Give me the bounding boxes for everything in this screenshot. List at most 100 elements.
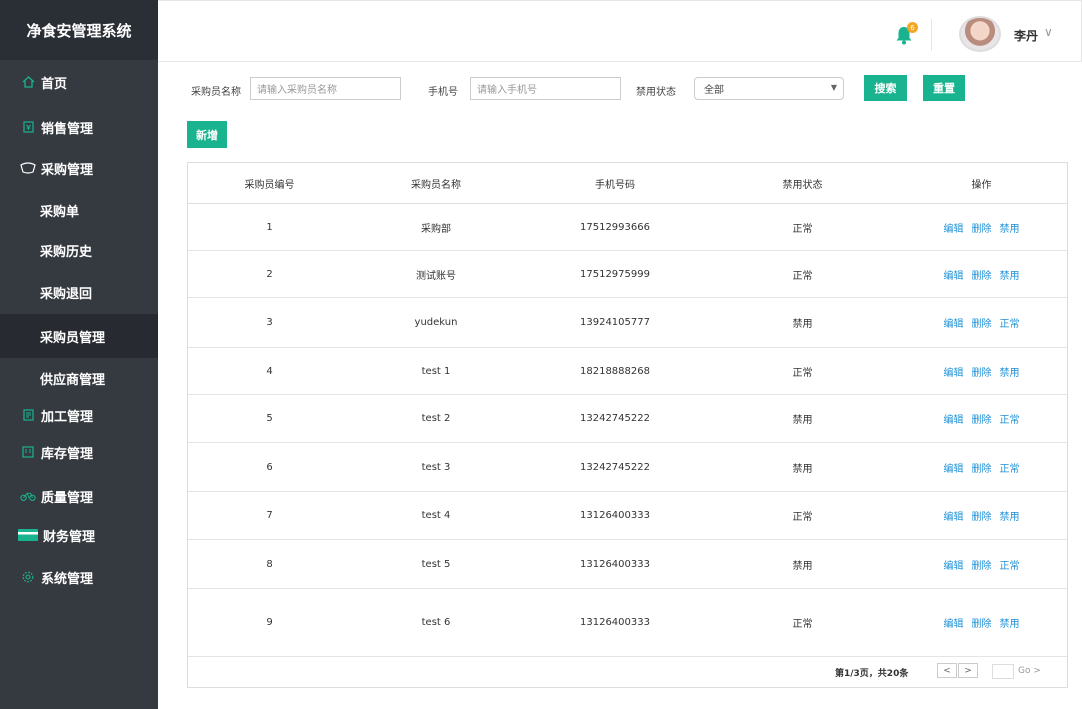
toggle-status-link[interactable]: 禁用 xyxy=(1000,508,1020,523)
cell-name: test 4 xyxy=(421,510,451,521)
sidebar-item-inventory[interactable]: 库存管理 xyxy=(0,440,158,464)
inventory-icon xyxy=(20,444,36,460)
sidebar-item-label: 系统管理 xyxy=(41,571,94,587)
cell-actions: 编辑 删除 正常 xyxy=(896,298,1067,347)
quality-icon xyxy=(20,488,36,504)
sidebar-sub-purchase-order[interactable]: 采购单 xyxy=(0,196,158,224)
cell-phone: 18218888268 xyxy=(580,365,650,377)
toggle-status-link[interactable]: 正常 xyxy=(1000,460,1020,475)
column-header: 操作 xyxy=(971,179,992,191)
table-header: 采购员编号 采购员名称 手机号码 禁用状态 操作 xyxy=(188,163,1067,204)
sidebar-item-home[interactable]: 首页 xyxy=(0,70,158,94)
notification-badge: 6 xyxy=(907,22,918,33)
cell-status: 正常 xyxy=(792,223,813,235)
cell-actions: 编辑 删除 禁用 xyxy=(896,492,1067,539)
prev-page-button[interactable]: < xyxy=(937,663,957,678)
edit-link[interactable]: 编辑 xyxy=(944,508,964,523)
edit-link[interactable]: 编辑 xyxy=(944,267,964,282)
cell-name: test 6 xyxy=(421,617,451,628)
cell-status: 禁用 xyxy=(792,319,813,330)
toggle-status-link[interactable]: 正常 xyxy=(1000,411,1020,426)
sidebar-sub-label: 采购员管理 xyxy=(40,330,106,346)
cell-id: 4 xyxy=(266,365,273,377)
cell-id: 7 xyxy=(266,510,273,521)
delete-link[interactable]: 删除 xyxy=(972,267,992,282)
edit-link[interactable]: 编辑 xyxy=(944,315,964,330)
cell-id: 8 xyxy=(266,558,273,570)
table-row: 3 yudekun 13924105777 禁用 编辑 删除 正常 xyxy=(188,298,1067,348)
edit-link[interactable]: 编辑 xyxy=(944,220,964,235)
cell-actions: 编辑 删除 禁用 xyxy=(896,204,1067,250)
sidebar-item-label: 财务管理 xyxy=(43,529,96,545)
next-page-button[interactable]: > xyxy=(958,663,978,678)
sidebar-sub-purchase-return[interactable]: 采购退回 xyxy=(0,278,158,306)
delete-link[interactable]: 删除 xyxy=(972,460,992,475)
cell-actions: 编辑 删除 正常 xyxy=(896,395,1067,442)
delete-link[interactable]: 删除 xyxy=(972,364,992,379)
sidebar-item-label: 加工管理 xyxy=(41,409,94,425)
table-row: 8 test 5 13126400333 禁用 编辑 删除 正常 xyxy=(188,540,1067,589)
sidebar-sub-label: 供应商管理 xyxy=(40,372,106,388)
delete-link[interactable]: 删除 xyxy=(972,508,992,523)
toggle-status-link[interactable]: 禁用 xyxy=(1000,267,1020,282)
phone-input[interactable]: 请输入手机号 xyxy=(470,77,621,100)
cell-phone: 13242745222 xyxy=(580,413,650,424)
table-row: 5 test 2 13242745222 禁用 编辑 删除 正常 xyxy=(188,395,1067,443)
search-button[interactable]: 搜索 xyxy=(864,75,907,101)
toggle-status-link[interactable]: 禁用 xyxy=(1000,220,1020,235)
sidebar-sub-buyer-management[interactable]: 采购员管理 xyxy=(0,314,158,358)
avatar[interactable] xyxy=(959,16,1001,52)
toggle-status-link[interactable]: 禁用 xyxy=(1000,615,1020,630)
edit-link[interactable]: 编辑 xyxy=(944,615,964,630)
table-row: 2 测试账号 17512975999 正常 编辑 删除 禁用 xyxy=(188,251,1067,298)
delete-link[interactable]: 删除 xyxy=(972,615,992,630)
cell-name: test 3 xyxy=(421,461,451,473)
column-header: 采购员编号 xyxy=(244,179,295,191)
buyer-name-input[interactable]: 请输入采购员名称 xyxy=(250,77,401,100)
toggle-status-link[interactable]: 正常 xyxy=(1000,315,1020,330)
go-button[interactable]: Go > xyxy=(1018,666,1041,676)
cell-status: 禁用 xyxy=(792,415,813,426)
table-row: 1 采购部 17512993666 正常 编辑 删除 禁用 xyxy=(188,204,1067,251)
username[interactable]: 李丹 xyxy=(1014,27,1038,44)
sidebar-item-sales[interactable]: 销售管理 xyxy=(0,115,158,139)
sidebar-item-process[interactable]: 加工管理 xyxy=(0,403,158,427)
home-icon xyxy=(20,74,36,90)
table-row: 6 test 3 13242745222 禁用 编辑 删除 正常 xyxy=(188,443,1067,492)
cell-phone: 13242745222 xyxy=(580,461,650,473)
sidebar-item-finance[interactable]: 财务管理 xyxy=(0,523,158,547)
cell-name: yudekun xyxy=(414,317,458,328)
cell-actions: 编辑 删除 禁用 xyxy=(896,589,1067,656)
edit-link[interactable]: 编辑 xyxy=(944,364,964,379)
delete-link[interactable]: 删除 xyxy=(972,220,992,235)
edit-link[interactable]: 编辑 xyxy=(944,411,964,426)
reset-button[interactable]: 重置 xyxy=(923,75,965,101)
toggle-status-link[interactable]: 禁用 xyxy=(1000,364,1020,379)
edit-link[interactable]: 编辑 xyxy=(944,460,964,475)
sales-icon xyxy=(20,119,36,135)
phone-label: 手机号 xyxy=(428,87,458,98)
sidebar-item-label: 质量管理 xyxy=(41,490,94,506)
status-select[interactable]: 全部 ▼ xyxy=(694,77,844,100)
sidebar-item-purchase[interactable]: 采购管理 xyxy=(0,156,158,180)
cell-name: 测试账号 xyxy=(416,270,456,282)
edit-link[interactable]: 编辑 xyxy=(944,557,964,572)
table-row: 7 test 4 13126400333 正常 编辑 删除 禁用 xyxy=(188,492,1067,540)
delete-link[interactable]: 删除 xyxy=(972,557,992,572)
sidebar-item-settings[interactable]: 系统管理 xyxy=(0,565,158,589)
add-button[interactable]: 新增 xyxy=(187,121,227,148)
pagination-info: 第1/3页，共20条 xyxy=(835,669,909,679)
delete-link[interactable]: 删除 xyxy=(972,411,992,426)
sidebar-sub-purchase-history[interactable]: 采购历史 xyxy=(0,236,158,264)
chevron-down-icon[interactable]: ∨ xyxy=(1044,25,1053,39)
sidebar-item-quality[interactable]: 质量管理 xyxy=(0,484,158,508)
page-number-input[interactable] xyxy=(992,664,1014,679)
cell-status: 正常 xyxy=(792,367,813,379)
cell-id: 6 xyxy=(266,461,273,473)
delete-link[interactable]: 删除 xyxy=(972,315,992,330)
sidebar-sub-supplier-management[interactable]: 供应商管理 xyxy=(0,364,158,392)
cell-id: 5 xyxy=(266,413,273,424)
cell-phone: 13126400333 xyxy=(580,617,650,628)
toggle-status-link[interactable]: 正常 xyxy=(1000,557,1020,572)
app-title: 净食安管理系统 xyxy=(0,0,158,60)
